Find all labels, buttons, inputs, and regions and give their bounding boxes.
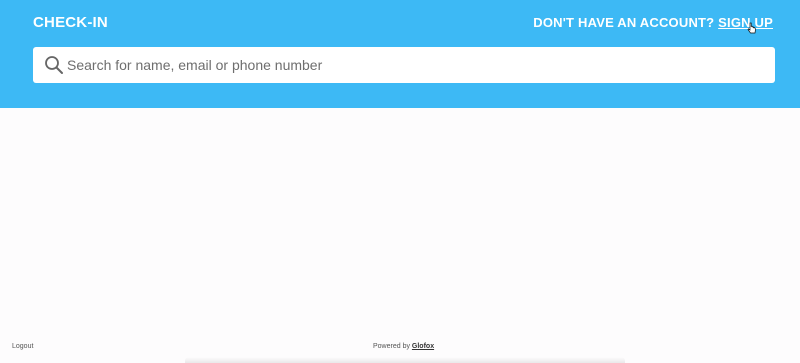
bottom-panel-edge (185, 357, 625, 363)
search-icon (45, 56, 63, 74)
signup-prompt: DON'T HAVE AN ACCOUNT? (533, 15, 715, 30)
checkin-page: CHECK-IN DON'T HAVE AN ACCOUNT? SIGN UP … (0, 0, 800, 363)
logout-link[interactable]: Logout (12, 343, 33, 350)
search-box[interactable] (33, 47, 775, 83)
powered-by: Powered by Glofox (373, 343, 434, 350)
signup-link[interactable]: SIGN UP (718, 15, 773, 30)
signup-prompt-area: DON'T HAVE AN ACCOUNT? SIGN UP (533, 15, 773, 30)
page-title: CHECK-IN (33, 14, 108, 31)
mouse-cursor-icon (747, 22, 756, 34)
powered-by-label: Powered by (373, 343, 410, 350)
header-bar: CHECK-IN DON'T HAVE AN ACCOUNT? SIGN UP (0, 0, 800, 108)
glofox-link[interactable]: Glofox (412, 343, 434, 350)
search-input[interactable] (67, 47, 767, 83)
